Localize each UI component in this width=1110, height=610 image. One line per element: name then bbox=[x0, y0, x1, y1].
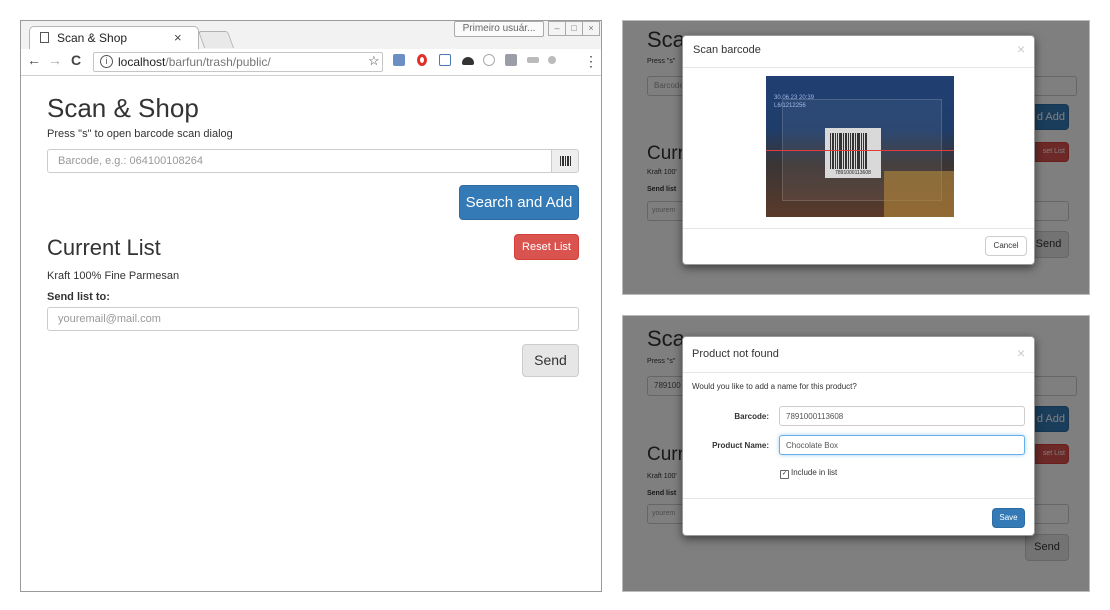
search-and-add-button[interactable]: Search and Add bbox=[459, 185, 579, 220]
camera-foreground bbox=[884, 171, 954, 217]
extension-icon[interactable] bbox=[393, 54, 405, 66]
forward-icon[interactable]: → bbox=[48, 52, 62, 68]
scan-line bbox=[766, 150, 954, 151]
barcode-icon bbox=[560, 156, 571, 166]
page-content: Scan & Shop Press "s" to open barcode sc… bbox=[21, 76, 601, 591]
back-icon[interactable]: ← bbox=[27, 52, 41, 68]
include-checkbox[interactable]: ✓ bbox=[780, 470, 789, 479]
screen-icon[interactable] bbox=[505, 54, 517, 66]
opera-icon[interactable] bbox=[417, 54, 427, 66]
dot-icon[interactable] bbox=[548, 56, 556, 64]
tab-close-icon[interactable]: × bbox=[174, 30, 182, 45]
reset-list-button[interactable]: Reset List bbox=[514, 234, 579, 260]
tab-strip: Scan & Shop × Primeiro usuár... – □ × bbox=[21, 21, 601, 49]
question-text: Would you like to add a name for this pr… bbox=[692, 382, 857, 391]
product-not-found-screenshot: Sca Press "s" 789100 d Add Curr set List… bbox=[622, 315, 1090, 592]
profile-button[interactable]: Primeiro usuár... bbox=[454, 21, 544, 37]
info-icon[interactable]: i bbox=[100, 55, 113, 68]
barcode-digits: 7891000113608 bbox=[835, 170, 871, 176]
menu-icon[interactable]: ⋮ bbox=[584, 53, 598, 70]
close-icon[interactable]: × bbox=[1017, 41, 1025, 57]
smiley-icon[interactable] bbox=[483, 54, 495, 66]
barcode-input[interactable]: Barcode, e.g.: 064100108264 bbox=[47, 149, 553, 173]
product-name-field[interactable]: Chocolate Box bbox=[779, 435, 1025, 455]
close-window-button[interactable]: × bbox=[582, 21, 600, 36]
bookmark-star-icon[interactable]: ☆ bbox=[368, 53, 380, 69]
barcode-label: 7891000113608 bbox=[825, 128, 881, 178]
cloud-icon[interactable] bbox=[462, 57, 474, 65]
list-item: Kraft 100% Fine Parmesan bbox=[47, 270, 180, 282]
minimize-button[interactable]: – bbox=[548, 21, 566, 36]
scan-hint: Press "s" to open barcode scan dialog bbox=[47, 128, 233, 140]
battery-icon[interactable] bbox=[527, 57, 539, 63]
modal-title: Scan barcode bbox=[693, 44, 761, 56]
browser-tab[interactable]: Scan & Shop × bbox=[29, 26, 199, 49]
divider bbox=[683, 372, 1034, 373]
divider bbox=[683, 67, 1034, 68]
barcode-scan-button[interactable] bbox=[551, 149, 579, 173]
divider bbox=[683, 228, 1034, 229]
capture-icon[interactable] bbox=[439, 54, 451, 66]
send-to-label: Send list to: bbox=[47, 291, 110, 303]
save-button[interactable]: Save bbox=[992, 508, 1025, 528]
maximize-button[interactable]: □ bbox=[565, 21, 583, 36]
barcode-label: Barcode: bbox=[734, 412, 769, 421]
browser-toolbar: ← → C i localhost/barfun/trash/public/ ☆… bbox=[21, 49, 601, 76]
cancel-button[interactable]: Cancel bbox=[985, 236, 1027, 256]
scan-barcode-modal: Scan barcode × 30.06.23 20:39 L6/1212256… bbox=[682, 35, 1035, 265]
reload-icon[interactable]: C bbox=[71, 52, 81, 68]
product-name-label: Product Name: bbox=[712, 441, 769, 450]
email-input[interactable]: youremail@mail.com bbox=[47, 307, 579, 331]
list-title: Current List bbox=[47, 235, 161, 260]
browser-window: Scan & Shop × Primeiro usuár... – □ × ← … bbox=[20, 20, 602, 592]
product-not-found-modal: Product not found × Would you like to ad… bbox=[682, 336, 1035, 536]
page-title: Scan & Shop bbox=[47, 93, 199, 123]
url-text: localhost/barfun/trash/public/ bbox=[118, 55, 271, 69]
barcode-field[interactable]: 7891000113608 bbox=[779, 406, 1025, 426]
scan-barcode-screenshot: Sca Press "s" Barcode d Add Curr set Lis… bbox=[622, 20, 1090, 295]
close-icon[interactable]: × bbox=[1017, 345, 1025, 361]
address-bar[interactable]: i localhost/barfun/trash/public/ bbox=[93, 52, 383, 72]
new-tab-button[interactable] bbox=[197, 31, 235, 48]
page-icon bbox=[40, 32, 49, 43]
divider bbox=[683, 498, 1034, 499]
include-label: Include in list bbox=[791, 468, 838, 477]
modal-title: Product not found bbox=[692, 348, 779, 360]
camera-preview: 30.06.23 20:39 L6/1212256 7891000113608 bbox=[766, 76, 954, 217]
tab-title: Scan & Shop bbox=[57, 31, 128, 45]
send-button[interactable]: Send bbox=[522, 344, 579, 377]
barcode-lines bbox=[830, 133, 867, 169]
